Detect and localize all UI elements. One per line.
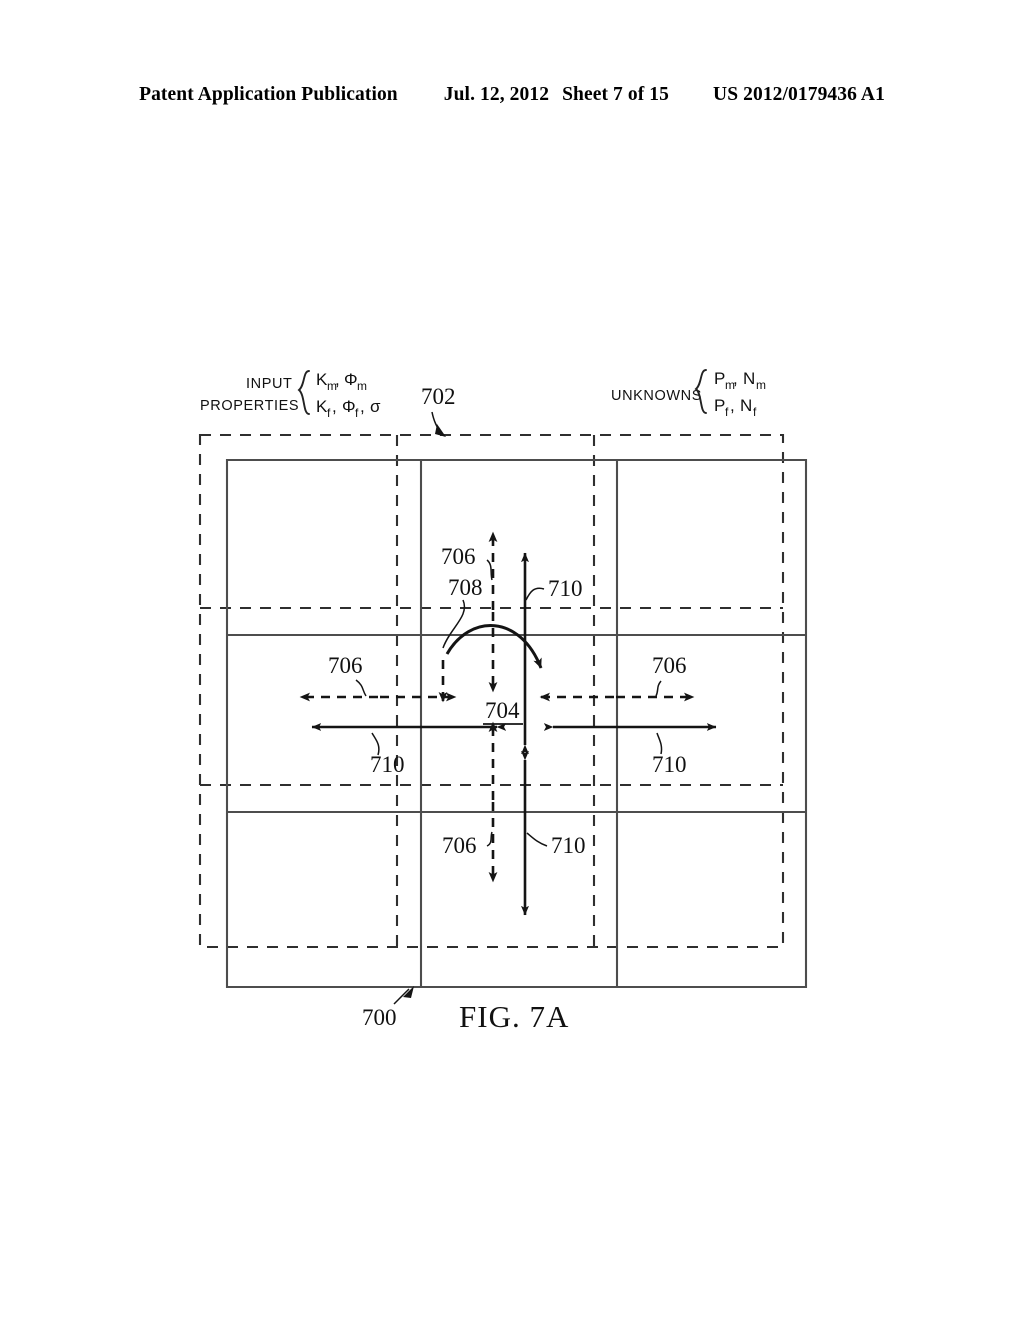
input-sub-K-fracture: f	[327, 406, 331, 420]
ref-callout-706-left: 706	[328, 653, 367, 697]
input-sep2-row2: ,	[360, 397, 365, 416]
figure-7a: 704 706 708 710 706 710 706 710 706 710 …	[0, 0, 1024, 1320]
unknown-sub-P-fracture: f	[725, 405, 729, 419]
unknowns-row-2: P f , N f	[714, 396, 757, 419]
unknown-sub-N-matrix: m	[756, 378, 766, 392]
unknown-sym-N-fracture: N	[740, 396, 752, 415]
ref-leader-706-bottom	[486, 831, 493, 847]
ref-leader-706-left	[355, 679, 367, 697]
ref-label-710-top: 710	[548, 576, 583, 601]
ref-label-706-right: 706	[652, 653, 687, 678]
unknowns-row-1: P m , N m	[714, 369, 766, 392]
unknowns-label: UNKNOWNS	[611, 388, 702, 404]
input-sep-row2: ,	[332, 397, 337, 416]
figure-caption: FIG. 7A	[459, 999, 569, 1034]
unknown-sym-P-matrix: P	[714, 369, 725, 388]
ref-label-708: 708	[448, 575, 483, 600]
center-cell-callout-704: 704	[483, 698, 523, 725]
input-sym-phi-matrix: Φ	[344, 370, 358, 389]
ref-label-706-bottom: 706	[442, 833, 477, 858]
ref-label-706-left: 706	[328, 653, 363, 678]
ref-label-700: 700	[362, 1005, 397, 1030]
input-properties-label-line1: INPUT	[246, 376, 293, 392]
ref-callout-702: 702	[421, 384, 456, 437]
input-properties-label-line2: PROPERTIES	[200, 398, 299, 414]
input-properties-row-2: K f , Φ f , σ	[316, 397, 381, 420]
unknown-sym-N-matrix: N	[743, 369, 755, 388]
input-sym-phi-fracture: Φ	[342, 397, 356, 416]
ref-label-702: 702	[421, 384, 456, 409]
input-sep-row1: ,	[335, 370, 340, 389]
ref-leader-706-top	[486, 559, 493, 581]
input-properties-annotation: INPUT PROPERTIES K m , Φ m K f , Φ f , σ	[200, 370, 381, 420]
ref-callout-700: 700	[362, 986, 414, 1030]
dashed-grid-outline	[198, 433, 785, 949]
unknown-sub-N-fracture: f	[753, 405, 757, 419]
input-properties-brace	[297, 370, 310, 415]
figure-drawing: 704 706 708 710 706 710 706 710 706 710 …	[198, 369, 808, 1034]
ref-label-710-left: 710	[370, 752, 405, 777]
ref-label-710-right: 710	[652, 752, 687, 777]
ref-callout-706-right: 706	[652, 653, 687, 697]
input-sym-sigma: σ	[370, 397, 381, 416]
ref-callout-710-top: 710	[525, 576, 583, 601]
unknowns-annotation: UNKNOWNS P m , N m P f , N f	[611, 369, 766, 419]
ref-leader-710-top	[525, 587, 545, 601]
ref-label-710-bottom: 710	[551, 833, 586, 858]
ref-callout-710-bottom: 710	[526, 832, 586, 858]
ref-callout-710-left: 710	[370, 732, 405, 777]
input-properties-row-1: K m , Φ m	[316, 370, 367, 393]
dashed-grid-702	[198, 433, 785, 949]
ref-leader-706-right	[655, 680, 662, 697]
ref-leader-710-bottom	[526, 832, 548, 847]
ref-leader-702-arrowhead	[435, 424, 446, 437]
ref-leader-710-right	[656, 732, 663, 755]
ref-label-706-top: 706	[441, 544, 476, 569]
unknowns-sep-row2: ,	[730, 396, 735, 415]
ref-callout-710-right: 710	[652, 732, 687, 777]
patent-figure-page: Patent Application Publication Jul. 12, …	[0, 0, 1024, 1320]
ref-label-704: 704	[485, 698, 520, 723]
unknowns-sep-row1: ,	[733, 369, 738, 388]
ref-callout-706-bottom: 706	[442, 831, 493, 858]
input-sub-phi-matrix: m	[357, 379, 367, 393]
input-sub-phi-fracture: f	[355, 406, 359, 420]
unknown-sym-P-fracture: P	[714, 396, 725, 415]
